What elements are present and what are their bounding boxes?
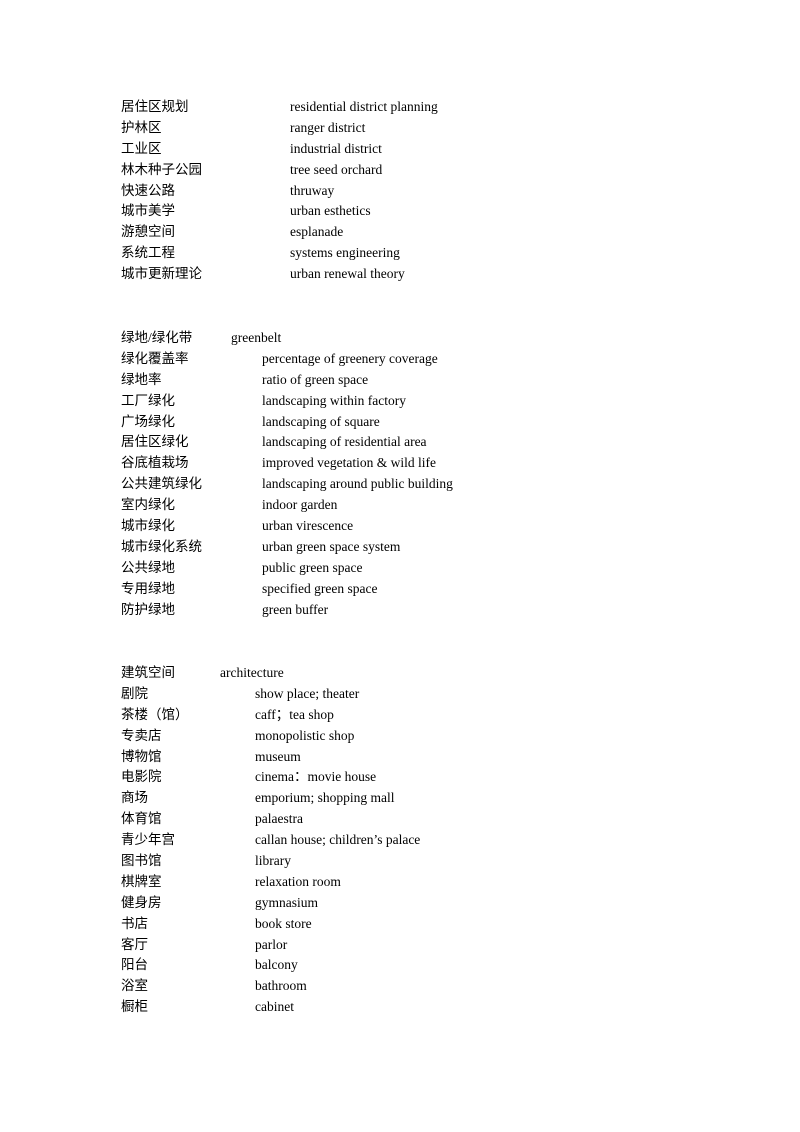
english-translation: ratio of green space <box>262 371 369 387</box>
english-translation: public green space <box>262 559 363 575</box>
english-translation: balcony <box>255 957 298 973</box>
chinese-term: 快速公路 <box>121 182 175 198</box>
english-translation: residential district planning <box>290 99 438 114</box>
english-translation: industrial district <box>290 140 382 156</box>
english-translation: urban renewal theory <box>290 266 405 282</box>
chinese-term: 公共绿地 <box>121 559 175 575</box>
english-translation: cinema：movie house <box>255 769 377 785</box>
english-translation: monopolistic shop <box>255 727 355 743</box>
english-translation: green buffer <box>262 601 329 617</box>
english-translation: show place; theater <box>255 685 360 701</box>
chinese-term: 游憩空间 <box>121 224 175 240</box>
chinese-term: 体育馆 <box>121 811 162 827</box>
chinese-term: 谷底植栽场 <box>121 455 189 471</box>
chinese-term: 健身房 <box>121 894 162 910</box>
english-translation: callan house; children’s palace <box>255 832 421 848</box>
english-translation: landscaping within factory <box>262 392 406 408</box>
chinese-term: 剧院 <box>121 685 148 701</box>
english-translation: book store <box>255 915 312 931</box>
english-translation: urban virescence <box>262 518 354 534</box>
chinese-term: 城市绿化系统 <box>121 538 202 554</box>
chinese-term: 广场绿化 <box>121 413 175 429</box>
heading-chinese-term: 绿地/绿化带 <box>121 330 193 345</box>
english-translation: percentage of greenery coverage <box>262 350 438 366</box>
chinese-term: 城市绿化 <box>121 518 175 534</box>
english-translation: urban esthetics <box>290 203 371 219</box>
chinese-term: 绿化覆盖率 <box>121 350 189 366</box>
chinese-term: 专卖店 <box>121 727 162 743</box>
chinese-term: 浴室 <box>121 978 148 994</box>
chinese-term: 居住区规划 <box>121 99 189 114</box>
english-translation: specified green space <box>262 580 378 596</box>
english-translation: improved vegetation & wild life <box>262 455 436 471</box>
chinese-term: 书店 <box>121 915 148 931</box>
chinese-term: 工业区 <box>121 140 162 156</box>
english-translation: landscaping of residential area <box>262 434 427 450</box>
chinese-term: 林木种子公园 <box>121 161 202 177</box>
english-translation: library <box>255 853 291 869</box>
chinese-term: 居住区绿化 <box>121 434 189 450</box>
chinese-term: 客厅 <box>121 936 148 952</box>
english-translation: esplanade <box>290 224 344 240</box>
english-translation: cabinet <box>255 999 294 1015</box>
english-translation: palaestra <box>255 811 303 827</box>
heading-english-term: architecture <box>220 665 284 680</box>
english-translation: caff；tea shop <box>255 706 334 722</box>
heading-chinese-term: 建筑空间 <box>121 665 175 680</box>
english-translation: landscaping around public building <box>262 476 453 492</box>
chinese-term: 城市美学 <box>121 203 175 219</box>
chinese-term: 图书馆 <box>121 853 162 869</box>
chinese-term: 公共建筑绿化 <box>121 476 202 492</box>
chinese-term: 阳台 <box>121 957 148 973</box>
english-translation: urban green space system <box>262 538 401 554</box>
heading-english-term: greenbelt <box>231 330 282 345</box>
chinese-term: 城市更新理论 <box>121 266 202 282</box>
english-translation: emporium; shopping mall <box>255 790 395 806</box>
english-translation: landscaping of square <box>262 413 380 429</box>
chinese-term: 商场 <box>121 790 148 806</box>
english-translation: museum <box>255 748 301 764</box>
chinese-term: 系统工程 <box>121 245 175 261</box>
english-translation: indoor garden <box>262 497 338 513</box>
english-translation: gymnasium <box>255 894 318 910</box>
chinese-term: 棋牌室 <box>121 873 162 889</box>
chinese-term: 橱柜 <box>121 999 148 1015</box>
chinese-term: 工厂绿化 <box>121 392 175 408</box>
english-translation: thruway <box>290 182 335 198</box>
chinese-term: 博物馆 <box>121 748 162 764</box>
chinese-term: 绿地率 <box>121 371 162 387</box>
chinese-term: 护林区 <box>121 119 162 135</box>
chinese-term: 青少年宫 <box>121 832 175 848</box>
english-translation: systems engineering <box>290 245 400 261</box>
english-translation: relaxation room <box>255 873 341 889</box>
chinese-term: 防护绿地 <box>121 601 175 617</box>
english-translation: ranger district <box>290 119 366 135</box>
chinese-term: 茶楼（馆） <box>121 706 189 722</box>
english-translation: bathroom <box>255 978 307 994</box>
english-translation: parlor <box>255 936 288 952</box>
chinese-term: 室内绿化 <box>121 497 175 513</box>
chinese-term: 专用绿地 <box>121 580 175 596</box>
english-translation: tree seed orchard <box>290 161 383 177</box>
chinese-term: 电影院 <box>121 769 162 785</box>
